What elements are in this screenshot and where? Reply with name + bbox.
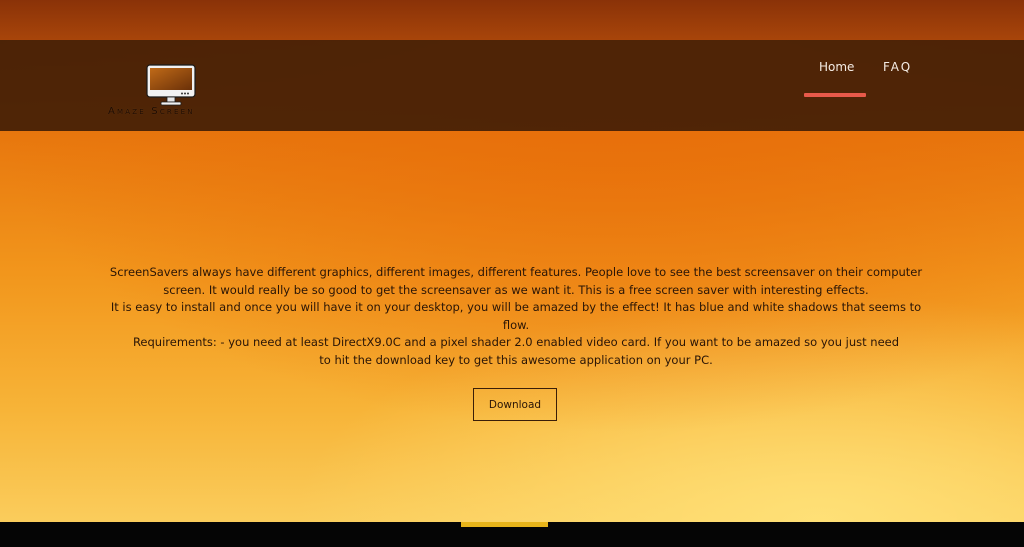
brand-name: Amaze Screen xyxy=(108,106,195,117)
main-description: ScreenSavers always have different graph… xyxy=(100,264,932,369)
description-paragraph-1: ScreenSavers always have different graph… xyxy=(109,265,923,297)
footer-tab-indicator[interactable] xyxy=(461,522,548,527)
nav-home-link[interactable]: Home xyxy=(819,60,854,74)
description-paragraph-2: It is easy to install and once you will … xyxy=(110,300,922,332)
active-nav-indicator xyxy=(804,93,866,97)
top-banner-strip xyxy=(0,0,1024,40)
download-button[interactable]: Download xyxy=(473,388,557,421)
main-nav: Home FAQ xyxy=(0,60,1024,100)
description-paragraph-4: to hit the download key to get this awes… xyxy=(319,352,713,367)
description-paragraph-3: Requirements: - you need at least Direct… xyxy=(132,335,900,349)
nav-faq-link[interactable]: FAQ xyxy=(883,60,912,74)
